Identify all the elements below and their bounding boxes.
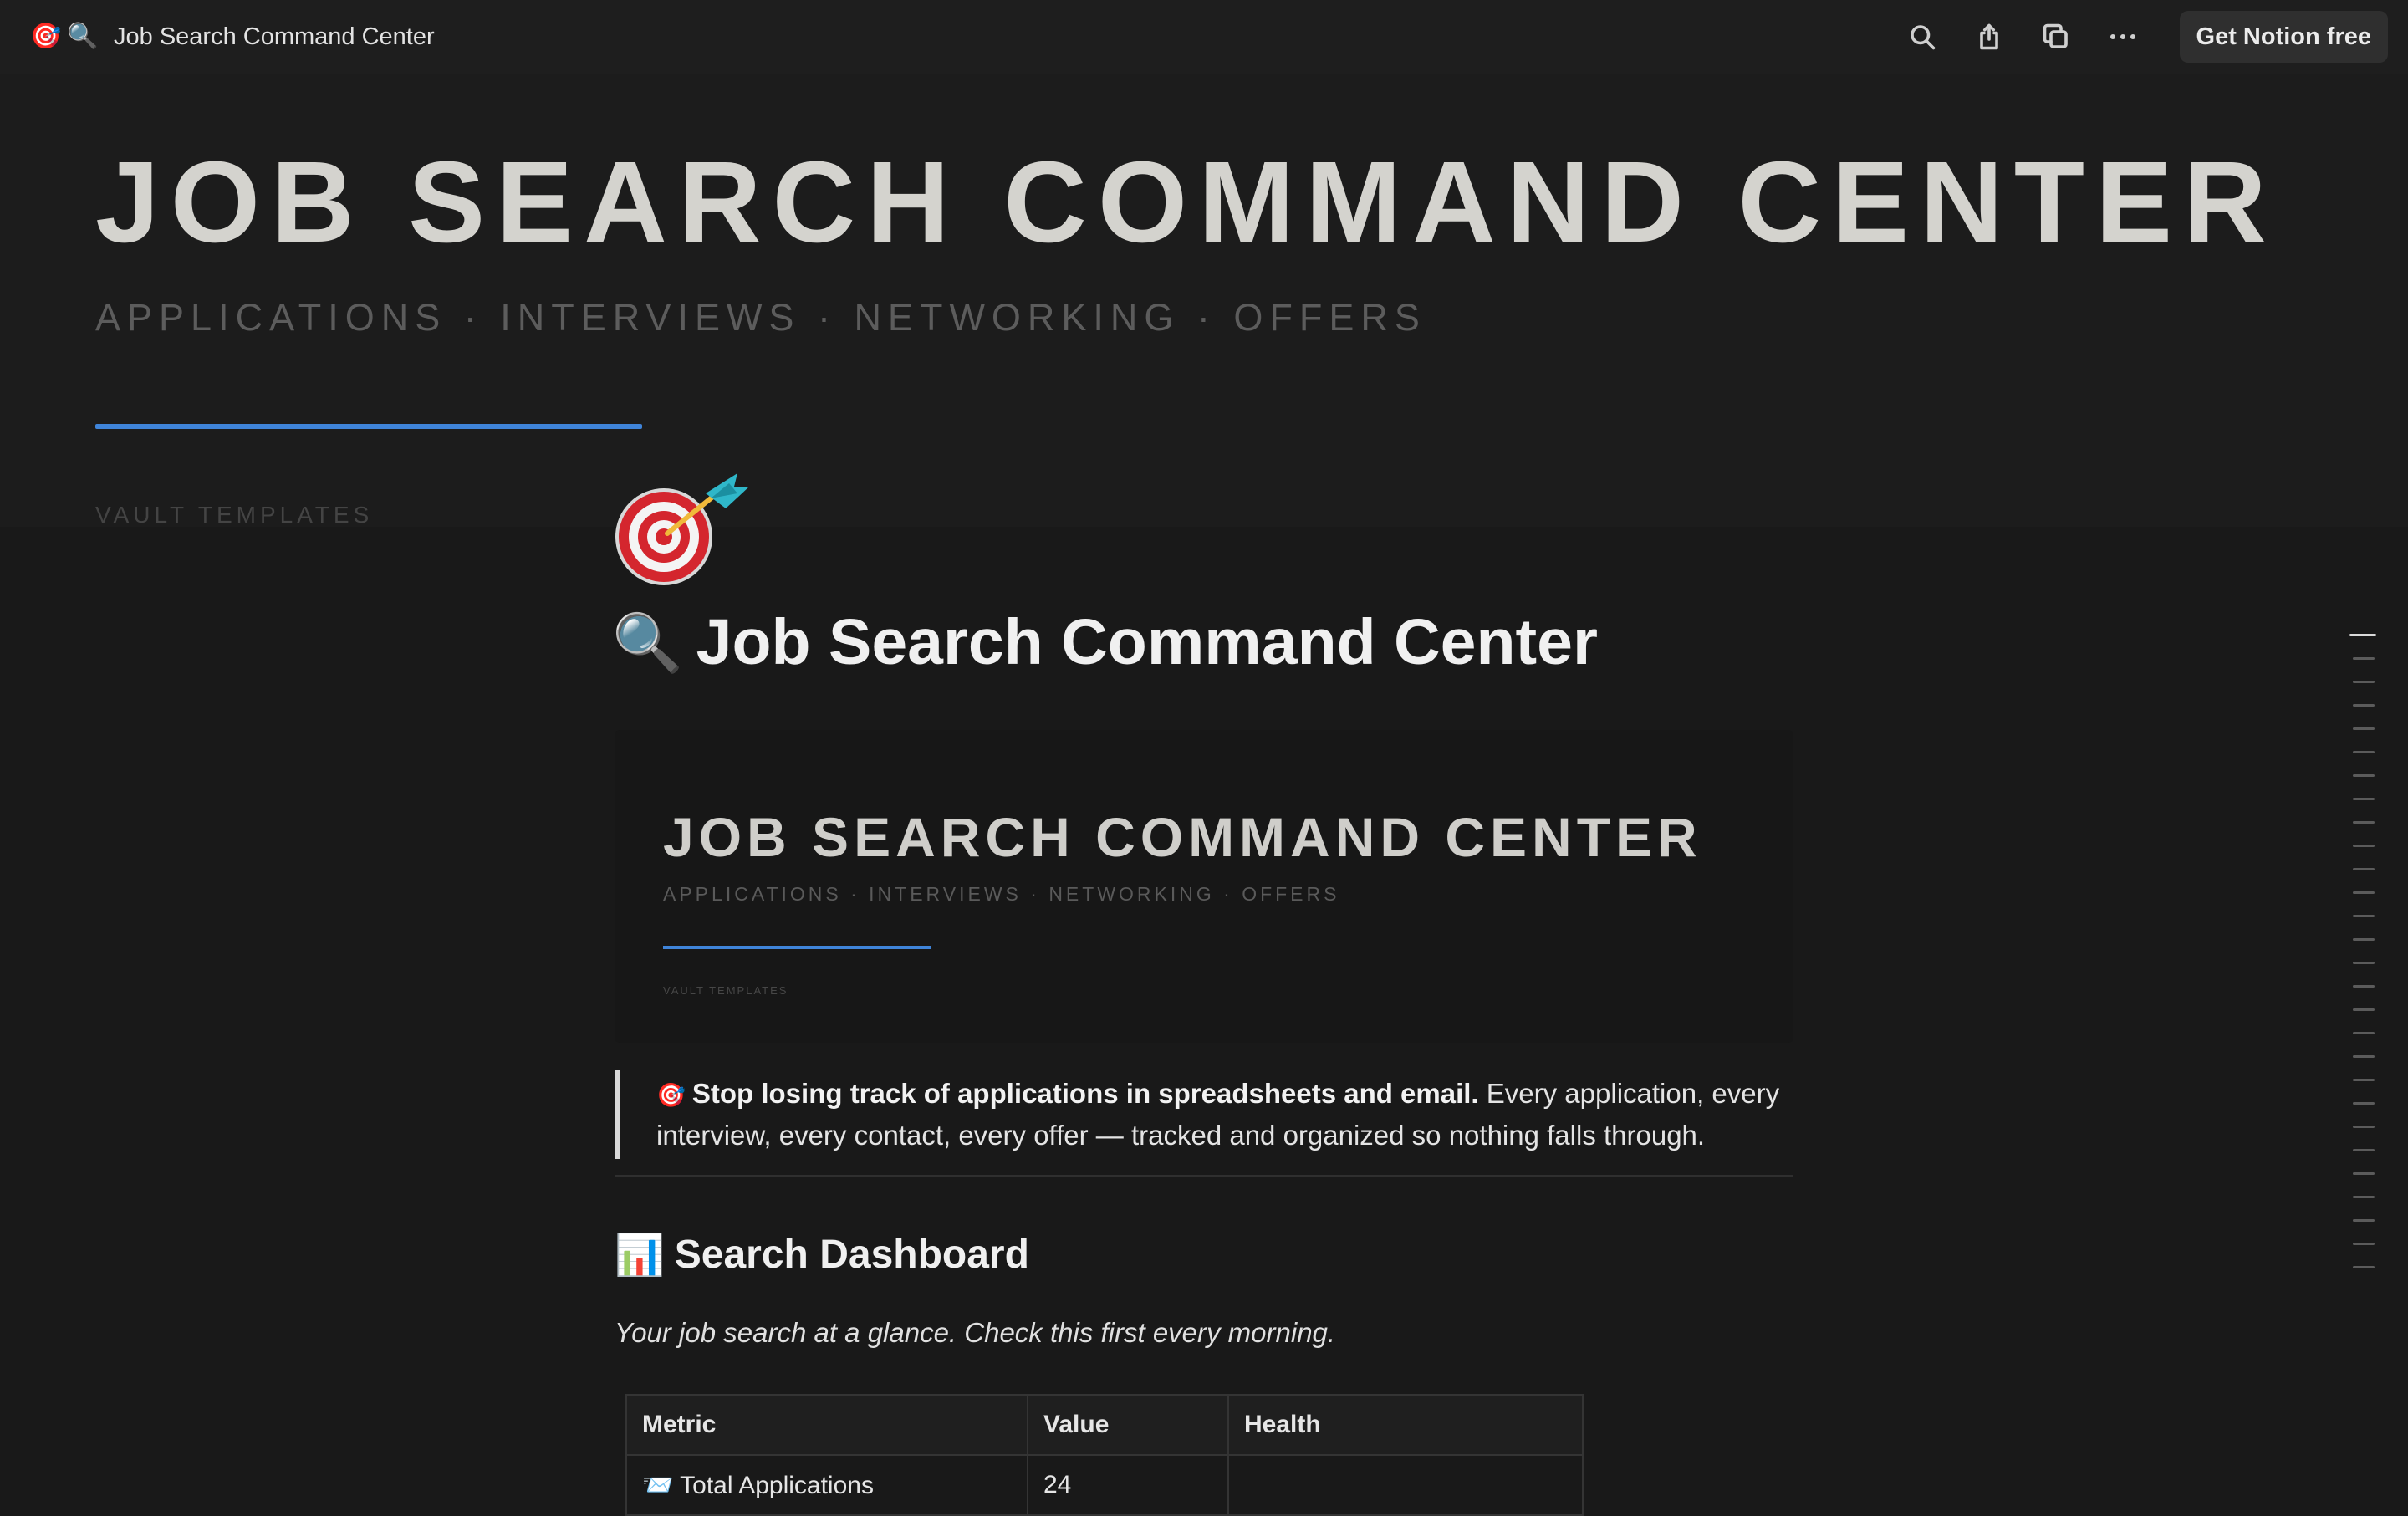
toc-item[interactable] [2353,938,2375,941]
table-cell-health[interactable] [1227,1454,1584,1516]
toc-item[interactable] [2353,1079,2375,1081]
toc-item[interactable] [2353,1032,2375,1034]
toc-item[interactable] [2353,891,2375,894]
toc-item[interactable] [2353,751,2375,753]
table-header-cell[interactable]: Metric [625,1394,1028,1456]
table-header-row: Metric Value Health [625,1394,1584,1456]
target-emoji-icon: 🎯 [30,23,62,50]
quote-bold-text: Stop losing track of applications in spr… [691,1078,1479,1109]
magnifier-emoji-icon: 🔍 [67,23,99,50]
metric-label: Total Applications [680,1471,874,1499]
cover-vault-label: VAULT TEMPLATES [95,502,374,528]
target-emoji-icon: 🎯 [656,1082,686,1108]
embedded-banner-image[interactable]: JOB SEARCH COMMAND CENTER APPLICATIONS ·… [615,730,1793,1043]
toc-item[interactable] [2353,1126,2375,1128]
toc-item[interactable] [2349,634,2376,636]
more-icon[interactable] [2106,20,2140,54]
toc-item[interactable] [2353,704,2375,707]
cover-subtitle: APPLICATIONS · INTERVIEWS · NETWORKING ·… [95,296,1426,339]
toc-item[interactable] [2353,727,2375,730]
section-lead-text: Your job search at a glance. Check this … [615,1317,1336,1348]
cover-title: JOB SEARCH COMMAND CENTER [95,138,2278,267]
banner-vault-label: VAULT TEMPLATES [663,984,788,997]
toc-item[interactable] [2353,1055,2375,1058]
toc-item[interactable] [2353,1008,2375,1011]
banner-subtitle: APPLICATIONS · INTERVIEWS · NETWORKING ·… [663,883,1340,905]
table-header-cell[interactable]: Health [1227,1394,1584,1456]
magnifier-emoji-icon: 🔍 [612,610,683,675]
banner-accent-line [663,946,931,949]
toc-item[interactable] [2353,962,2375,964]
toc-item[interactable] [2353,774,2375,777]
intro-quote[interactable]: 🎯 Stop losing track of applications in sp… [615,1070,1793,1159]
search-icon[interactable] [1905,20,1939,54]
toc-item[interactable] [2353,845,2375,847]
table-cell-metric[interactable]: 📨 Total Applications [625,1454,1028,1516]
toc-item[interactable] [2353,821,2375,824]
target-dart-icon[interactable] [612,468,754,590]
bar-chart-emoji-icon: 📊 [615,1233,665,1278]
breadcrumb[interactable]: 🎯 🔍 Job Search Command Center [30,23,435,51]
table-header-cell[interactable]: Value [1027,1394,1229,1456]
duplicate-icon[interactable] [2039,20,2073,54]
page-title-text: Job Search Command Center [696,606,1598,678]
get-notion-free-button[interactable]: Get Notion free [2179,11,2388,63]
breadcrumb-title[interactable]: Job Search Command Center [114,23,435,51]
inbox-emoji-icon: 📨 [642,1471,674,1499]
page-cover: JOB SEARCH COMMAND CENTER APPLICATIONS ·… [0,74,2408,528]
section-heading-text: Search Dashboard [674,1233,1029,1277]
toc-item[interactable] [2353,1243,2375,1245]
banner-title: JOB SEARCH COMMAND CENTER [663,806,1702,868]
toc-item[interactable] [2353,657,2375,660]
page-title: 🔍 Job Search Command Center [612,605,1598,680]
cover-accent-line [95,424,642,429]
toc-item[interactable] [2353,868,2375,870]
toc-item[interactable] [2353,1266,2375,1268]
toc-item[interactable] [2353,985,2375,988]
divider [615,1175,1793,1177]
toc-item[interactable] [2353,1172,2375,1175]
table-cell-value[interactable]: 24 [1027,1454,1229,1516]
toc-item[interactable] [2353,1149,2375,1151]
toc-item[interactable] [2353,915,2375,917]
dashboard-table: Metric Value Health 📨 Total Applications… [625,1394,1584,1516]
toc-item[interactable] [2353,1196,2375,1198]
toc-item[interactable] [2353,1102,2375,1105]
section-heading-dashboard[interactable]: 📊 Search Dashboard [615,1231,1029,1279]
toc-item[interactable] [2353,681,2375,683]
share-icon[interactable] [1972,20,2006,54]
toc-item[interactable] [2353,798,2375,800]
table-row: 📨 Total Applications 24 [625,1454,1584,1516]
table-of-contents-rail[interactable] [2349,634,2376,1289]
toc-item[interactable] [2353,1219,2375,1222]
top-bar: 🎯 🔍 Job Search Command Center Get Notion… [0,0,2408,74]
